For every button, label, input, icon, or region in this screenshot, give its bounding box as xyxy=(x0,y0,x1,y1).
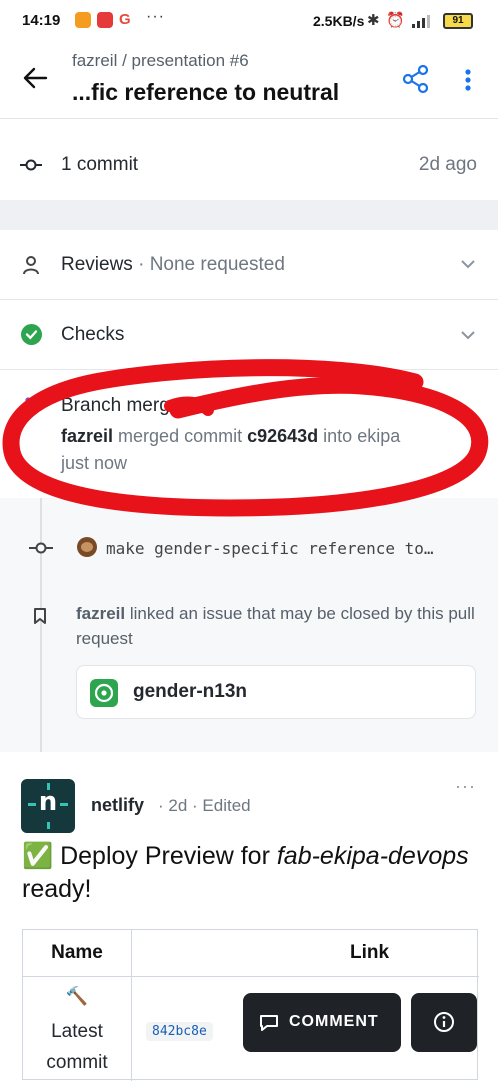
person-icon xyxy=(23,256,39,275)
section-gap xyxy=(0,200,498,230)
commit-message[interactable]: make gender-specific reference to… xyxy=(106,539,434,558)
table-header-name: Name xyxy=(51,942,103,963)
table-row-divider xyxy=(23,976,479,977)
header-spacer xyxy=(0,119,498,130)
status-bar: 14:19 G ··· 2.5KB/s ✱ ⏰ 91 xyxy=(0,0,498,44)
orange-app-icon xyxy=(75,12,91,28)
back-arrow-icon[interactable] xyxy=(22,65,48,91)
table-header-link: Link xyxy=(350,942,390,963)
network-speed: 2.5KB/s xyxy=(313,13,365,29)
linked-user[interactable]: fazreil xyxy=(76,604,125,623)
comment-meta: · 2d · Edited xyxy=(158,796,251,815)
commits-count: 1 commit xyxy=(61,154,139,175)
alarm-icon: ⏰ xyxy=(386,12,405,29)
avatar-face xyxy=(81,542,93,552)
linked-issue-card[interactable]: gender-n13n xyxy=(76,665,476,719)
table-cell-name: Latest commit xyxy=(46,1021,108,1073)
heading-suffix: ready! xyxy=(22,875,92,903)
logo-mark xyxy=(60,803,68,806)
reviews-label: Reviews xyxy=(61,254,133,275)
logo-mark xyxy=(47,822,50,829)
comment-button[interactable]: COMMENT xyxy=(243,993,401,1052)
reviews-status: None requested xyxy=(149,254,285,275)
reviews-separator: · xyxy=(138,254,145,275)
logo-mark xyxy=(47,783,50,790)
chevron-down-icon[interactable] xyxy=(460,259,476,269)
comment-button-label: COMMENT xyxy=(289,1013,379,1030)
status-more-icon: ··· xyxy=(146,8,165,25)
commits-time: 2d ago xyxy=(418,154,477,175)
issue-name: gender-n13n xyxy=(133,681,248,702)
status-time: 14:19 xyxy=(22,12,61,29)
signal-icon xyxy=(412,15,430,28)
red-scribble-annotation xyxy=(2,359,489,517)
netlify-avatar[interactable]: n xyxy=(21,779,75,833)
heading-site: fab-ekipa-devops xyxy=(276,842,469,870)
commit-link[interactable]: 842bc8e xyxy=(146,1022,213,1041)
linked-text: linked an issue that may be closed by th… xyxy=(76,604,475,648)
comment-author[interactable]: netlify xyxy=(91,795,144,816)
chevron-down-icon[interactable] xyxy=(460,330,476,340)
google-icon: G xyxy=(119,11,131,28)
commit-icon xyxy=(29,542,53,554)
info-icon xyxy=(434,1012,454,1032)
comment-heading: ✅ Deploy Preview for fab-ekipa-devops re… xyxy=(22,840,472,906)
commits-row[interactable]: 1 commit 2d ago xyxy=(0,130,498,200)
netlify-logo-letter: n xyxy=(38,787,58,817)
app-header: fazreil / presentation #6 ...fic referen… xyxy=(0,44,498,119)
red-app-icon xyxy=(97,12,113,28)
logo-mark xyxy=(28,803,36,806)
author-avatar[interactable] xyxy=(77,537,97,557)
check-mark-emoji-icon: ✅ xyxy=(22,842,54,870)
hammer-icon: 🔨 xyxy=(65,986,89,1006)
info-button[interactable] xyxy=(411,993,477,1052)
more-vertical-icon[interactable] xyxy=(464,68,472,92)
comment-icon xyxy=(260,1015,278,1031)
reviews-row[interactable]: Reviews · None requested xyxy=(0,230,498,299)
commit-icon xyxy=(20,159,42,171)
comment-more-icon[interactable]: ··· xyxy=(455,776,476,797)
bluetooth-icon: ✱ xyxy=(367,12,380,29)
battery-icon: 91 xyxy=(443,13,473,29)
breadcrumb[interactable]: fazreil / presentation #6 xyxy=(72,51,249,71)
page-title: ...fic reference to neutral xyxy=(72,79,340,105)
heading-text: Deploy Preview for xyxy=(60,842,277,870)
bookmark-icon xyxy=(34,608,46,624)
open-issue-icon xyxy=(90,679,118,707)
table-col-divider xyxy=(131,930,132,1081)
share-icon[interactable] xyxy=(402,64,430,94)
timeline-line xyxy=(40,498,42,752)
